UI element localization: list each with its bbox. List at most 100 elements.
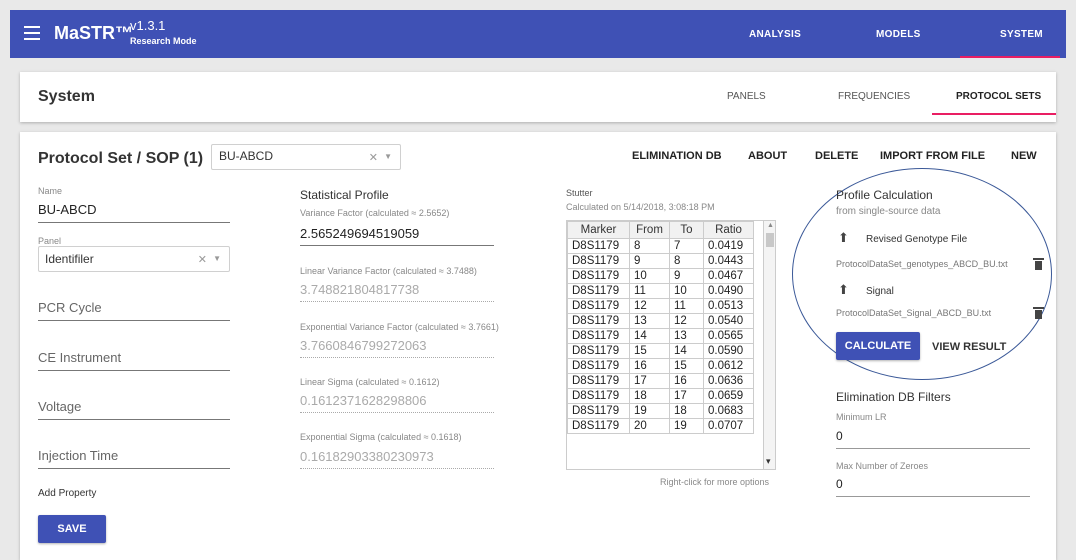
trash-icon[interactable]: [1033, 258, 1044, 270]
stutter-scrollbar[interactable]: ▲ ▾: [763, 221, 775, 469]
calculate-button[interactable]: CALCULATE: [836, 332, 920, 360]
table-cell: 18: [629, 388, 670, 404]
table-cell: 0.0467: [703, 268, 754, 284]
min-lr-input[interactable]: 0: [836, 429, 843, 443]
max-zeroes-underline: [836, 496, 1030, 497]
table-cell: 0.0490: [703, 283, 754, 299]
table-row[interactable]: D8S1179 12 11 0.0513: [567, 298, 754, 314]
col-to: To: [669, 221, 704, 239]
ce-instrument-field[interactable]: CE Instrument: [38, 350, 121, 365]
system-header: System PANELS FREQUENCIES PROTOCOL SETS: [20, 72, 1056, 122]
table-row[interactable]: D8S1179 14 13 0.0565: [567, 328, 754, 344]
profile-calculation-subtitle: from single-source data: [836, 206, 941, 217]
scroll-up-icon[interactable]: ▲: [767, 222, 774, 229]
clear-icon[interactable]: ✕: [369, 151, 378, 164]
table-row[interactable]: D8S1179 10 9 0.0467: [567, 268, 754, 284]
stutter-table[interactable]: Marker From To Ratio D8S1179 8 7 0.0419 D8S1…: [566, 220, 776, 470]
tab-protocol-sets[interactable]: PROTOCOL SETS: [956, 91, 1041, 102]
table-cell: 0.0636: [703, 373, 754, 389]
nav-system[interactable]: SYSTEM: [1000, 29, 1043, 40]
name-field[interactable]: BU-ABCD: [38, 202, 97, 217]
genotype-file-label: Revised Genotype File: [866, 234, 968, 245]
table-cell: 10: [669, 283, 704, 299]
table-cell: 18: [669, 403, 704, 419]
upload-icon[interactable]: ⬆: [838, 282, 849, 298]
elimination-db-button[interactable]: ELIMINATION DB: [632, 150, 722, 162]
table-cell: D8S1179: [567, 313, 630, 329]
upload-icon[interactable]: ⬆: [838, 230, 849, 246]
nav-analysis[interactable]: ANALYSIS: [749, 29, 801, 40]
pcr-underline: [38, 320, 230, 321]
table-row[interactable]: D8S1179 18 17 0.0659: [567, 388, 754, 404]
linear-variance-value: 3.748821804817738: [300, 282, 420, 297]
table-cell: D8S1179: [567, 418, 630, 434]
profile-calculation-title: Profile Calculation: [836, 188, 933, 202]
table-cell: 20: [629, 418, 670, 434]
table-row[interactable]: D8S1179 11 10 0.0490: [567, 283, 754, 299]
chevron-down-icon[interactable]: ▼: [384, 152, 392, 161]
stutter-header-row: Marker From To Ratio: [567, 221, 754, 239]
ce-underline: [38, 370, 230, 371]
table-row[interactable]: D8S1179 16 15 0.0612: [567, 358, 754, 374]
table-row[interactable]: D8S1179 20 19 0.0707: [567, 418, 754, 434]
variance-factor-input[interactable]: 2.565249694519059: [300, 226, 419, 241]
linear-variance-label: Linear Variance Factor (calculated ≈ 3.7…: [300, 266, 477, 276]
table-row[interactable]: D8S1179 8 7 0.0419: [567, 238, 754, 254]
table-cell: 0.0565: [703, 328, 754, 344]
exp-variance-label: Exponential Variance Factor (calculated …: [300, 322, 499, 332]
table-row[interactable]: D8S1179 13 12 0.0540: [567, 313, 754, 329]
table-cell: 0.0683: [703, 403, 754, 419]
new-button[interactable]: NEW: [1011, 150, 1037, 162]
table-cell: 11: [629, 283, 670, 299]
tab-frequencies[interactable]: FREQUENCIES: [838, 91, 910, 102]
panel-selected: Identifiler: [45, 252, 94, 266]
table-cell: 0.0612: [703, 358, 754, 374]
table-cell: 19: [669, 418, 704, 434]
clear-icon[interactable]: ✕: [198, 253, 207, 266]
exp-sigma-value: 0.16182903380230973: [300, 449, 434, 464]
protocol-set-select[interactable]: BU-ABCD ✕ ▼: [211, 144, 401, 170]
table-row[interactable]: D8S1179 9 8 0.0443: [567, 253, 754, 269]
injection-time-field[interactable]: Injection Time: [38, 448, 118, 463]
panel-select[interactable]: Identifiler ✕ ▼: [38, 246, 230, 272]
view-result-button[interactable]: VIEW RESULT: [932, 341, 1006, 353]
table-cell: 0.0707: [703, 418, 754, 434]
injection-underline: [38, 468, 230, 469]
table-cell: D8S1179: [567, 328, 630, 344]
table-cell: 10: [629, 268, 670, 284]
nav-active-indicator: [960, 56, 1060, 58]
nav-models[interactable]: MODELS: [876, 29, 921, 40]
pcr-cycle-field[interactable]: PCR Cycle: [38, 300, 102, 315]
genotype-file-name: ProtocolDataSet_genotypes_ABCD_BU.txt: [836, 259, 1008, 269]
import-from-file-button[interactable]: IMPORT FROM FILE: [880, 150, 985, 162]
voltage-field[interactable]: Voltage: [38, 399, 81, 414]
page-title: System: [38, 88, 95, 105]
scroll-thumb[interactable]: [766, 233, 774, 247]
table-cell: 14: [629, 328, 670, 344]
max-zeroes-input[interactable]: 0: [836, 477, 843, 491]
table-cell: D8S1179: [567, 253, 630, 269]
linear-variance-underline: [300, 301, 494, 302]
app-mode: Research Mode: [130, 36, 197, 46]
trash-icon[interactable]: [1033, 307, 1044, 319]
menu-icon[interactable]: [24, 26, 40, 40]
table-cell: 12: [669, 313, 704, 329]
table-row[interactable]: D8S1179 17 16 0.0636: [567, 373, 754, 389]
linear-sigma-value: 0.1612371628298806: [300, 393, 427, 408]
table-row[interactable]: D8S1179 19 18 0.0683: [567, 403, 754, 419]
chevron-down-icon[interactable]: ▼: [213, 254, 221, 263]
add-property-link[interactable]: Add Property: [38, 488, 96, 499]
table-row[interactable]: D8S1179 15 14 0.0590: [567, 343, 754, 359]
save-button[interactable]: SAVE: [38, 515, 106, 543]
table-cell: 8: [629, 238, 670, 254]
table-cell: D8S1179: [567, 343, 630, 359]
table-cell: 15: [669, 358, 704, 374]
table-cell: 0.0419: [703, 238, 754, 254]
app-bar: MaSTR™ v1.3.1 Research Mode ANALYSIS MOD…: [10, 10, 1066, 58]
delete-button[interactable]: DELETE: [815, 150, 858, 162]
signal-file-name: ProtocolDataSet_Signal_ABCD_BU.txt: [836, 308, 992, 318]
tab-panels[interactable]: PANELS: [727, 91, 766, 102]
about-button[interactable]: ABOUT: [748, 150, 787, 162]
scroll-down-icon[interactable]: ▾: [766, 456, 771, 467]
table-cell: 13: [629, 313, 670, 329]
